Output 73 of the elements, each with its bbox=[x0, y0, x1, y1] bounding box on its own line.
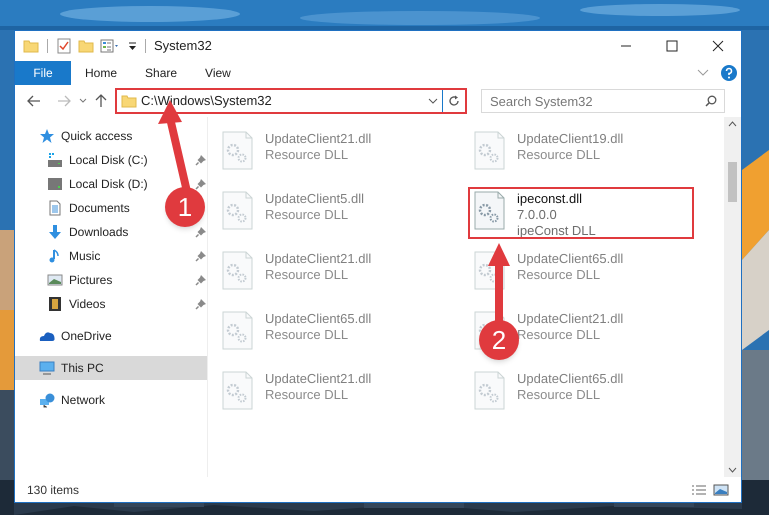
pin-icon[interactable] bbox=[195, 178, 207, 190]
monitor-icon bbox=[39, 360, 55, 376]
picture-icon bbox=[47, 272, 63, 288]
back-icon[interactable] bbox=[27, 95, 41, 107]
film-icon bbox=[47, 296, 63, 312]
file-name: ipeconst.dll bbox=[517, 191, 584, 207]
item-count: 130 items bbox=[27, 482, 80, 498]
checklist-icon[interactable] bbox=[56, 38, 72, 54]
file-name: UpdateClient65.dll bbox=[517, 371, 624, 387]
scroll-thumb[interactable] bbox=[728, 162, 737, 202]
file-name: UpdateClient21.dll bbox=[265, 251, 372, 267]
search-field[interactable]: Search System32 bbox=[481, 89, 725, 113]
scroll-down-icon[interactable] bbox=[728, 467, 737, 473]
large-icons-view-icon[interactable] bbox=[713, 484, 729, 496]
recent-locations-icon[interactable] bbox=[79, 98, 87, 104]
navigation-item[interactable]: This PC bbox=[15, 356, 207, 380]
file-name: UpdateClient65.dll bbox=[517, 251, 624, 267]
file-description: Resource DLL bbox=[265, 267, 350, 283]
navigation-item[interactable]: Documents bbox=[15, 196, 159, 220]
file-description: Resource DLL bbox=[265, 327, 350, 343]
ribbon-tab[interactable]: Home bbox=[71, 61, 132, 85]
drive-icon bbox=[47, 152, 63, 168]
up-icon[interactable] bbox=[95, 94, 107, 108]
address-path: C:\Windows\System32 bbox=[141, 92, 272, 110]
navigation-item[interactable]: Local Disk (D:) bbox=[15, 172, 159, 196]
file-version: 7.0.0.0 bbox=[517, 207, 558, 223]
close-icon[interactable] bbox=[712, 40, 724, 52]
pin-icon[interactable] bbox=[195, 250, 207, 262]
navigation-item[interactable]: OneDrive bbox=[15, 324, 207, 348]
ribbon-tab[interactable]: View bbox=[191, 61, 245, 85]
navigation-item[interactable]: Pictures bbox=[15, 268, 159, 292]
folder-icon bbox=[121, 93, 137, 109]
file-name: UpdateClient21.dll bbox=[517, 311, 624, 327]
file-description: Resource DLL bbox=[517, 327, 602, 343]
network-icon bbox=[39, 392, 55, 408]
maximize-icon[interactable] bbox=[666, 40, 678, 52]
address-bar[interactable]: C:\Windows\System32 bbox=[115, 88, 467, 114]
file-name: UpdateClient65.dll bbox=[265, 311, 372, 327]
search-icon[interactable] bbox=[705, 95, 717, 107]
chevron-down-icon[interactable] bbox=[428, 98, 438, 104]
navigation-item[interactable]: Quick access bbox=[15, 124, 207, 148]
pin-icon[interactable] bbox=[195, 154, 207, 166]
file-description: Resource DLL bbox=[517, 387, 602, 403]
star-icon bbox=[39, 128, 55, 144]
pin-icon[interactable] bbox=[195, 298, 207, 310]
navigation-item[interactable]: Downloads bbox=[15, 220, 159, 244]
file-description: ipeConst DLL bbox=[517, 223, 596, 239]
details-view-icon[interactable] bbox=[691, 484, 707, 496]
scroll-up-icon[interactable] bbox=[728, 121, 737, 127]
help-icon[interactable] bbox=[721, 65, 737, 81]
file-description: Resource DLL bbox=[265, 147, 350, 163]
document-icon bbox=[47, 200, 63, 216]
file-description: Resource DLL bbox=[517, 147, 602, 163]
pin-icon[interactable] bbox=[195, 226, 207, 238]
navigation-item[interactable]: Network bbox=[15, 388, 207, 412]
file-name: UpdateClient19.dll bbox=[517, 131, 624, 147]
dropdown-icon[interactable] bbox=[128, 41, 137, 51]
navigation-item[interactable]: Videos bbox=[15, 292, 159, 316]
refresh-icon[interactable] bbox=[448, 95, 460, 107]
drive-icon bbox=[47, 176, 63, 192]
scrollbar[interactable] bbox=[724, 117, 741, 477]
file-name: UpdateClient5.dll bbox=[265, 191, 364, 207]
file-description: Resource DLL bbox=[265, 207, 350, 223]
file-name: UpdateClient21.dll bbox=[265, 131, 372, 147]
file-name: UpdateClient21.dll bbox=[265, 371, 372, 387]
navigation-item[interactable]: Music bbox=[15, 244, 159, 268]
file-description: Resource DLL bbox=[265, 387, 350, 403]
download-icon bbox=[47, 224, 63, 240]
window-title: System32 bbox=[154, 37, 212, 56]
pin-icon[interactable] bbox=[195, 274, 207, 286]
navigation-item[interactable]: Local Disk (C:) bbox=[15, 148, 159, 172]
file-description: Resource DLL bbox=[517, 267, 602, 283]
ribbon-tab[interactable]: Share bbox=[131, 61, 192, 85]
